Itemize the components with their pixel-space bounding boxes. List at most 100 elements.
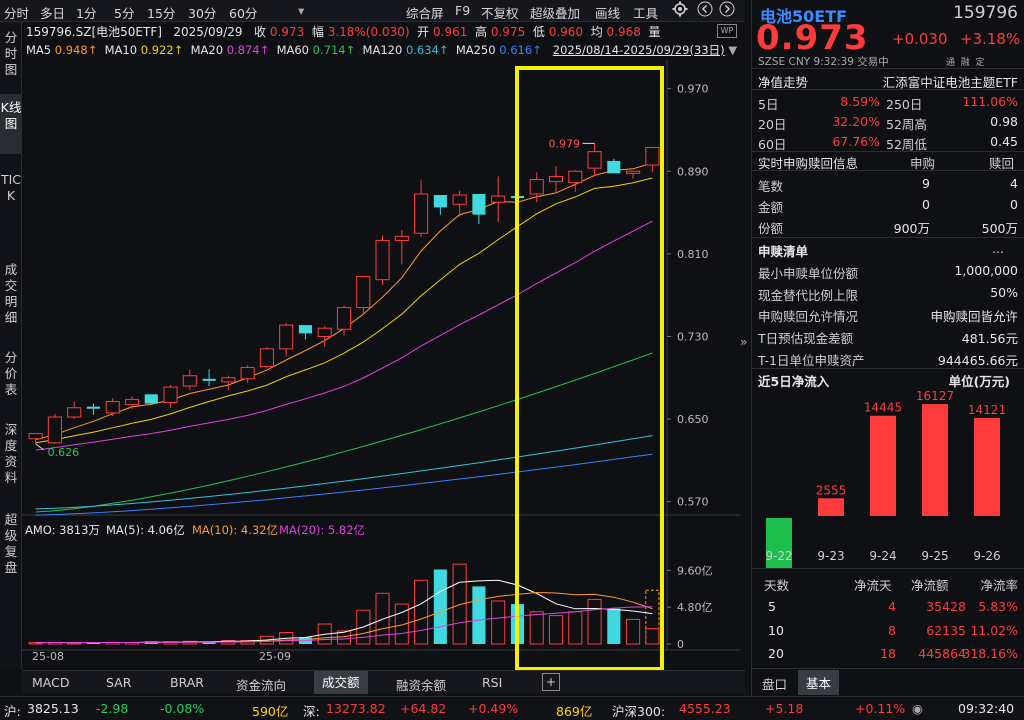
- open-label: 开: [417, 25, 429, 39]
- inflow-date-label: 9-25: [921, 549, 948, 563]
- tab-margin-balance[interactable]: 融资余额: [396, 675, 446, 694]
- price-tick-label: 0.890: [677, 165, 709, 178]
- market-status-bar: 沪: 3825.13 -2.98 -0.08% 590亿 深: 13273.82…: [0, 696, 1024, 719]
- list-row: 申购赎回允许情况申购赎回皆允许: [758, 306, 1018, 325]
- nav-trend-link[interactable]: 净值走势: [758, 75, 808, 90]
- tab-sar[interactable]: SAR: [106, 675, 131, 690]
- side-tab-super-review[interactable]: 超级复盘: [0, 508, 22, 588]
- volume-bar-projected: [646, 590, 659, 644]
- inflow-bar: [818, 498, 844, 516]
- sz-index[interactable]: 13273.82: [326, 701, 386, 716]
- market-meta: SZSE CNY 9:32:39 交易中: [758, 54, 889, 69]
- price-axis: 0.9700.8900.8100.7300.6500.570: [667, 83, 709, 509]
- period-tab-60min[interactable]: 60分: [229, 3, 257, 22]
- candle-body-down: [299, 325, 312, 333]
- inflow-date-label: 9-23: [817, 549, 844, 563]
- clock-time: 09:32:40: [958, 701, 1014, 716]
- period-tab-5min[interactable]: 5分: [114, 3, 134, 22]
- candle-body-up: [415, 194, 428, 233]
- low-marker-label: 0.626: [48, 446, 80, 459]
- wp-badge-icon[interactable]: WP: [717, 24, 737, 38]
- side-tab-depth-data[interactable]: 深度资料: [0, 418, 22, 496]
- tab-orderbook[interactable]: 盘口: [756, 672, 793, 695]
- tab-brar[interactable]: BRAR: [170, 675, 204, 690]
- lock-icon[interactable]: ◉: [912, 701, 923, 716]
- candle-body-up: [549, 176, 562, 181]
- volume-bar: [607, 609, 620, 644]
- toolbar-composite-screen[interactable]: 综合屏: [406, 3, 444, 22]
- more-icon[interactable]: ...: [992, 241, 1004, 256]
- candle-body-up: [106, 402, 119, 413]
- vol-ma5-label: MA(5): 4.06亿: [106, 523, 185, 537]
- inflow-bar: [870, 416, 896, 516]
- chevron-right-icon[interactable]: [719, 1, 735, 20]
- candle-body-up: [68, 408, 81, 417]
- tab-macd[interactable]: MACD: [32, 675, 69, 690]
- ma5-value: 0.948↑: [55, 43, 98, 57]
- side-tab-timeshare[interactable]: 分时图: [0, 24, 22, 84]
- hs300-change: +5.18: [765, 701, 803, 716]
- ma250-value: 0.616↑: [499, 43, 542, 57]
- list-row: T日预估现金差额481.56元: [758, 328, 1018, 347]
- volume-bar: [627, 619, 640, 644]
- volume-bar: [549, 616, 562, 644]
- volume-tick-label: 0: [677, 638, 684, 651]
- toolbar-f9[interactable]: F9: [455, 3, 470, 18]
- flag-badge: 定: [976, 58, 985, 68]
- inflow-bar-label: 2555: [816, 483, 847, 497]
- sr-row-shares: 份额900万500万: [758, 218, 1018, 237]
- ma20-label: MA20: [191, 43, 223, 57]
- sh-change: -2.98: [96, 701, 128, 716]
- period-tab-multiday[interactable]: 多日: [40, 3, 65, 22]
- side-tab-kline[interactable]: K线图: [0, 94, 22, 154]
- side-tab-tick[interactable]: TICK: [0, 168, 22, 248]
- avg-label: 均: [591, 25, 603, 39]
- volume-tick-label: 4.80亿: [677, 601, 713, 614]
- tab-basic[interactable]: 基本: [798, 670, 839, 695]
- candle-body-up: [492, 196, 505, 202]
- side-tab-trade-detail[interactable]: 成交明细: [0, 258, 22, 336]
- tab-rsi[interactable]: RSI: [482, 675, 502, 690]
- inflow-bar-label: 16127: [916, 389, 954, 403]
- high-value: 0.975: [491, 25, 525, 39]
- hs300-percent: +0.11%: [855, 701, 905, 716]
- date-range[interactable]: 2025/08/14-2025/09/29(33日): [553, 43, 725, 57]
- period-dropdown-chevron-icon[interactable]: ▾: [298, 3, 304, 18]
- high-marker-label: 0.979: [549, 137, 581, 150]
- inflow-bar-label: 14121: [968, 403, 1006, 417]
- toolbar-draw-line[interactable]: 画线: [595, 3, 620, 22]
- collapse-panel-icon[interactable]: »: [740, 335, 751, 355]
- flag-badges: 通 融 定: [946, 55, 985, 68]
- period-tab-timeshare[interactable]: 分时: [4, 3, 29, 22]
- price-tick-label: 0.970: [677, 83, 709, 96]
- range-dropdown-icon[interactable]: ▼: [728, 43, 737, 57]
- price-tick-label: 0.650: [677, 413, 709, 426]
- chevron-left-icon[interactable]: [697, 1, 713, 20]
- period-tab-15min[interactable]: 15分: [147, 3, 175, 22]
- period-tab-1min-label[interactable]: 1分: [76, 3, 96, 22]
- ma10-label: MA10: [105, 43, 137, 57]
- tab-turnover[interactable]: 成交额: [314, 671, 368, 694]
- chart-grid: [22, 60, 740, 650]
- toolbar-no-adjust[interactable]: 不复权: [481, 3, 519, 22]
- quote-time: 9:32:39: [813, 56, 853, 68]
- ma120-line: [36, 436, 653, 509]
- toolbar-super-overlay[interactable]: 超级叠加: [530, 3, 580, 22]
- sr-row-count: 笔数94: [758, 176, 1018, 195]
- period-tab-30min[interactable]: 30分: [188, 3, 216, 22]
- ma250-line: [36, 454, 653, 515]
- ma120-label: MA120: [363, 43, 403, 57]
- quote-info-line: 159796.SZ[电池50ETF] 2025/09/29 收 0.973 幅 …: [26, 23, 661, 40]
- side-tab-price-table[interactable]: 分价表: [0, 346, 22, 408]
- high-label: 高: [475, 25, 487, 39]
- gear-icon[interactable]: [672, 1, 688, 20]
- sh-index[interactable]: 3825.13: [27, 701, 79, 716]
- ma-info-line: MA5 0.948↑ MA10 0.922↑ MA20 0.874↑ MA60 …: [26, 42, 737, 58]
- toolbar-tools[interactable]: 工具: [633, 3, 658, 22]
- security-code: 159796: [953, 3, 1018, 23]
- currency: CNY: [789, 56, 811, 68]
- kline-chart[interactable]: 0.9700.8900.8100.7300.6500.570 9.60亿4.80…: [22, 60, 740, 670]
- tab-capital-flow[interactable]: 资金流向: [236, 675, 286, 694]
- plus-icon[interactable]: +: [542, 673, 560, 691]
- hs300-index[interactable]: 4555.23: [679, 701, 731, 716]
